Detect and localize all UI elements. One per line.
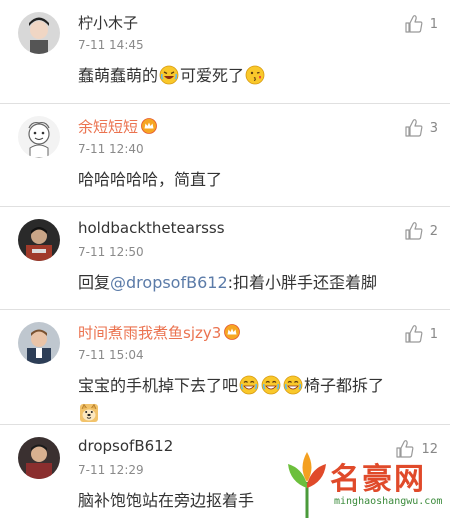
- comment-text-part: 蠢萌蠢萌的: [78, 66, 159, 85]
- comment-author[interactable]: 余短短短: [78, 116, 157, 137]
- grinning-tears-emoji-icon: [239, 375, 259, 395]
- avatar[interactable]: [18, 322, 60, 364]
- mention-link[interactable]: @dropsofB612: [110, 273, 228, 292]
- watermark-title: 名豪网: [330, 462, 426, 497]
- comment-author-name: 时间煮雨我煮鱼sjzy3: [78, 324, 222, 342]
- like-button[interactable]: 2: [404, 221, 438, 241]
- comment-time: 7-11 12:40: [78, 142, 144, 156]
- watermark-url: minghaoshangwu.com: [334, 496, 443, 507]
- comment-text-part: 宝宝的手机掉下去了吧: [78, 376, 239, 395]
- avatar-image: [18, 437, 60, 479]
- comment-author[interactable]: 时间煮雨我煮鱼sjzy3: [78, 322, 241, 343]
- comment-author[interactable]: 柠小木子: [78, 12, 138, 33]
- like-count: 3: [429, 120, 438, 136]
- grinning-tears-emoji-icon: [261, 375, 281, 395]
- like-button[interactable]: 1: [404, 14, 438, 34]
- avatar[interactable]: [18, 219, 60, 261]
- laughing-tears-emoji-icon: [159, 65, 179, 85]
- comment-item: 柠小木子 7-11 14:45 1 蠢萌蠢萌的 可爱死了: [0, 0, 450, 103]
- avatar-image: [18, 219, 60, 261]
- comment-text: 宝宝的手机掉下去了吧 椅子都拆了: [78, 372, 384, 428]
- like-count: 1: [429, 326, 438, 342]
- comment-text-part: 可爱死了: [180, 66, 245, 85]
- comment-author[interactable]: dropsofB612: [78, 437, 173, 455]
- comment-text-part: 椅子都拆了: [304, 376, 385, 395]
- reply-text: :扣着小胖手还歪着脚: [227, 273, 378, 292]
- grinning-tears-emoji-icon: [283, 375, 303, 395]
- like-button[interactable]: 3: [404, 118, 438, 138]
- avatar-image: [18, 322, 60, 364]
- comment-text: 回复@dropsofB612:扣着小胖手还歪着脚: [78, 269, 377, 297]
- comment-item: 余短短短 7-11 12:40 3 哈哈哈哈哈，简直了: [0, 104, 450, 206]
- site-watermark: 名豪网 minghaoshangwu.com: [274, 444, 444, 528]
- avatar-image: [18, 116, 60, 158]
- thumbs-up-icon: [405, 15, 423, 33]
- doge-emoji-icon: [79, 403, 99, 423]
- comment-author-name: 余短短短: [78, 118, 139, 136]
- comment-time: 7-11 12:50: [78, 245, 144, 259]
- comment-author[interactable]: holdbackthetearsss: [78, 219, 225, 237]
- like-count: 2: [429, 223, 438, 239]
- comment-time: 7-11 14:45: [78, 38, 144, 52]
- comment-text: 蠢萌蠢萌的 可爱死了: [78, 62, 266, 90]
- kiss-emoji-icon: [245, 65, 265, 85]
- thumbs-up-icon: [405, 222, 423, 240]
- avatar-image: [18, 12, 60, 54]
- vip-crown-icon: [224, 324, 241, 340]
- comment-item: holdbackthetearsss 7-11 12:50 2 回复@drops…: [0, 207, 450, 309]
- comment-text: 脑补饱饱站在旁边抠着手: [78, 491, 255, 510]
- comment-time: 7-11 15:04: [78, 348, 144, 362]
- comment-time: 7-11 12:29: [78, 463, 144, 477]
- like-count: 1: [429, 16, 438, 32]
- thumbs-up-icon: [405, 325, 423, 343]
- avatar[interactable]: [18, 116, 60, 158]
- reply-prefix: 回复: [78, 273, 111, 292]
- watermark-logo-icon: [288, 452, 326, 518]
- vip-crown-icon: [141, 118, 157, 134]
- like-button[interactable]: 1: [404, 324, 438, 344]
- comment-item: 时间煮雨我煮鱼sjzy3 7-11 15:04 1 宝宝的手机掉下去了吧 椅子都拆…: [0, 310, 450, 424]
- avatar[interactable]: [18, 437, 60, 479]
- avatar[interactable]: [18, 12, 60, 54]
- comment-text: 哈哈哈哈哈，简直了: [78, 170, 223, 189]
- thumbs-up-icon: [405, 119, 423, 137]
